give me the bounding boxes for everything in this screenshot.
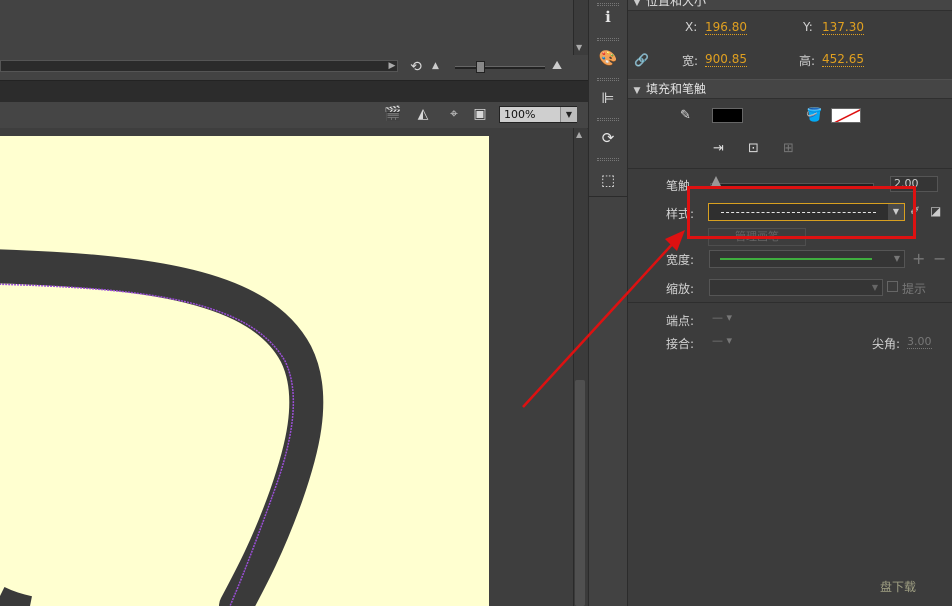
scroll-right-icon[interactable]: ▶ <box>386 60 398 72</box>
brush-library-icon[interactable]: ◪ <box>930 204 946 220</box>
width-profile-select[interactable]: ▼ <box>709 250 905 268</box>
width-profile-preview <box>720 258 872 260</box>
x-label: X: <box>685 20 698 34</box>
symbol-edit-icon[interactable]: ◭ <box>413 104 433 124</box>
palette-icon[interactable]: 🎨 <box>596 47 620 69</box>
link-icon[interactable]: 🔗 <box>634 53 650 67</box>
zoom-in-mountains-icon[interactable]: ⛰ <box>552 58 570 72</box>
align-icon[interactable]: ⊫ <box>596 87 620 109</box>
y-value[interactable]: 137.30 <box>822 20 864 35</box>
pencil-icon: ✎ <box>680 108 691 123</box>
width-label: 宽: <box>682 54 699 68</box>
hint-label: 提示 <box>902 282 927 296</box>
timeline-scrollbar[interactable] <box>0 60 398 72</box>
remove-width-icon[interactable]: − <box>933 251 947 267</box>
zoom-out-small-icon[interactable]: ▲ <box>432 61 442 71</box>
strip-grip <box>597 158 619 161</box>
loop-icon[interactable]: ⟲ <box>406 57 426 77</box>
stroke-inside-icon[interactable]: ⇥ <box>713 141 731 159</box>
stroke-outside-icon[interactable]: ⊞ <box>783 141 801 159</box>
snap-crosshair-icon[interactable]: ⌖ <box>444 104 464 124</box>
stroke-color-swatch[interactable] <box>712 108 743 123</box>
clapper-icon[interactable]: 🎬 <box>383 104 403 124</box>
watermark: 盘下载 <box>880 580 917 594</box>
panel-separator <box>628 168 952 169</box>
stroke-center-icon[interactable]: ⊡ <box>748 141 766 159</box>
timeline-zoom-slider[interactable] <box>455 66 545 69</box>
document-tab-bar <box>0 80 588 104</box>
strip-grip <box>597 38 619 41</box>
collapse-triangle-icon[interactable]: ▼ <box>628 0 646 12</box>
chevron-down-icon[interactable]: ▼ <box>560 107 577 122</box>
strip-divider <box>589 196 627 197</box>
miter-label: 尖角: <box>872 337 901 351</box>
no-fill-slash-icon <box>834 109 860 122</box>
strip-grip <box>597 78 619 81</box>
fill-color-swatch[interactable] <box>831 108 861 123</box>
paint-bucket-icon: 🪣 <box>806 108 823 123</box>
height-value[interactable]: 452.65 <box>822 52 864 67</box>
transform-icon[interactable]: ⟳ <box>596 127 620 149</box>
x-value[interactable]: 196.80 <box>705 20 747 35</box>
timeline-zoom-handle[interactable] <box>476 61 485 73</box>
stroked-path[interactable] <box>0 136 489 606</box>
join-select[interactable]: — ▾ <box>712 334 732 347</box>
info-icon[interactable]: ℹ <box>596 6 620 28</box>
free-transform-icon[interactable]: ⬚ <box>596 169 620 191</box>
collapse-triangle-icon[interactable]: ▼ <box>628 82 646 100</box>
cap-select[interactable]: — ▾ <box>712 311 732 324</box>
annotation-arrow <box>522 230 685 408</box>
chevron-down-icon[interactable]: ▼ <box>890 251 904 267</box>
hint-checkbox[interactable] <box>887 281 898 292</box>
path-fragment <box>0 586 33 606</box>
scroll-down-icon[interactable]: ▼ <box>576 43 585 52</box>
chevron-down-icon[interactable]: ▼ <box>868 280 882 295</box>
width-value[interactable]: 900.85 <box>705 52 747 67</box>
y-label: Y: <box>803 20 813 34</box>
path-center-line <box>0 283 295 606</box>
height-label: 高: <box>799 54 816 68</box>
scroll-up-icon[interactable]: ▲ <box>576 130 585 139</box>
path-outline <box>0 249 324 606</box>
scale-select[interactable]: ▼ <box>709 279 883 296</box>
clip-frame-icon[interactable]: ▣ <box>470 104 490 124</box>
section-fill-stroke[interactable]: ▼ 填充和笔触 <box>628 79 952 99</box>
stroke-slider-handle[interactable] <box>711 176 721 186</box>
highlight-box <box>687 186 916 239</box>
strip-grip <box>597 118 619 121</box>
section-position-size[interactable]: ▼ 位置和大小 <box>628 0 952 11</box>
add-width-icon[interactable]: + <box>912 251 926 267</box>
miter-value[interactable]: 3.00 <box>907 335 932 349</box>
